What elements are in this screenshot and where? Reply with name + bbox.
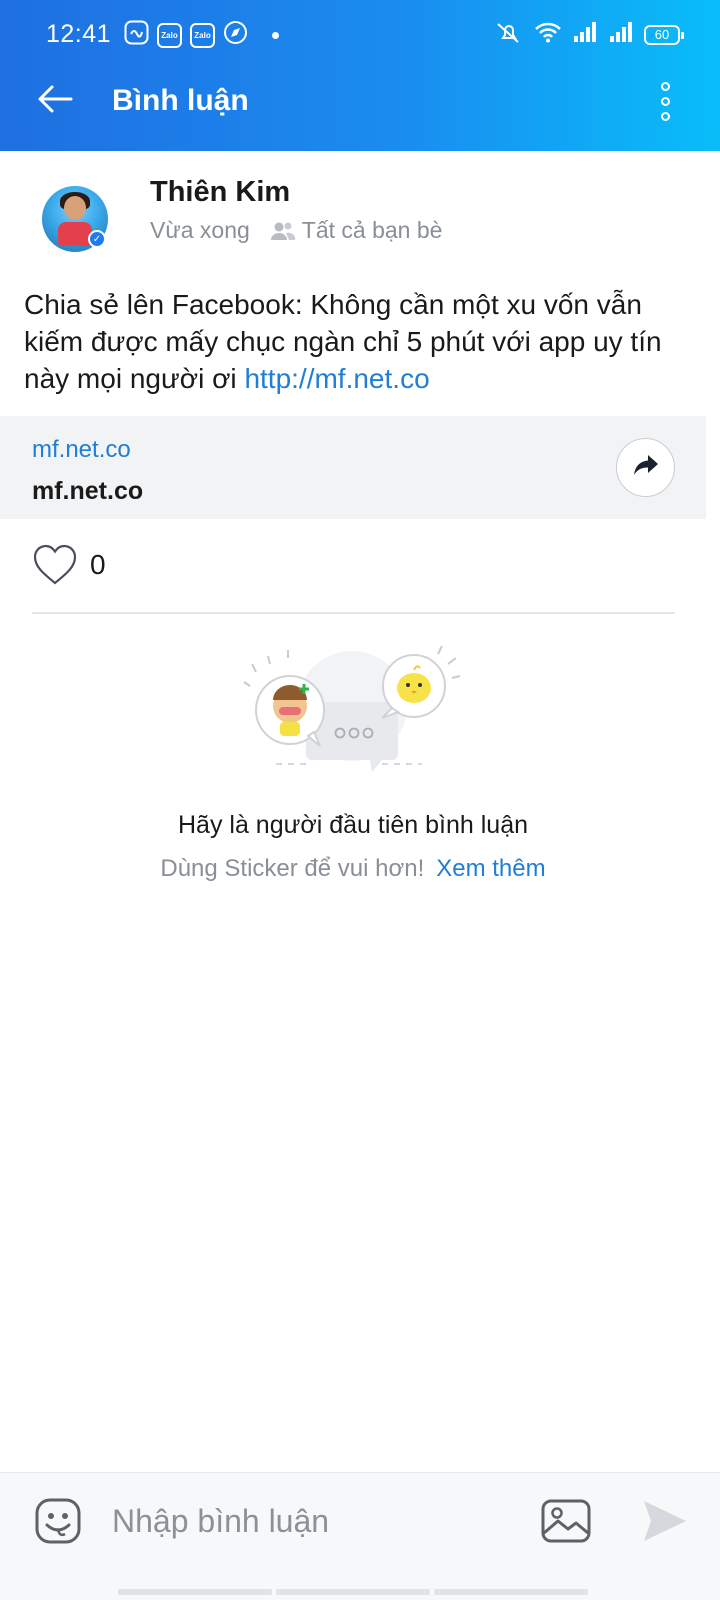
chat-bubble-icon [124, 20, 149, 50]
post-link[interactable]: http://mf.net.co [244, 363, 429, 394]
comment-input[interactable] [112, 1495, 512, 1547]
app-bar: Bình luận [0, 56, 720, 151]
keyboard-hint-bar [118, 1589, 588, 1595]
sticker-button[interactable] [34, 1497, 82, 1545]
heart-icon [32, 544, 78, 591]
hint-segment [276, 1589, 430, 1595]
avatar-shirt [58, 222, 92, 246]
battery-icon: 60 [644, 24, 684, 45]
avatar-face [64, 196, 86, 220]
hint-segment [118, 1589, 272, 1595]
system-icons: 60 [494, 20, 684, 49]
preview-domain: mf.net.co [32, 436, 131, 463]
preview-title: mf.net.co [32, 477, 144, 505]
more-vertical-icon-dot [660, 96, 670, 106]
signal-icon [572, 21, 598, 48]
avatar[interactable]: ✓ [42, 186, 108, 252]
author-name[interactable]: Thiên Kim [150, 176, 290, 209]
more-options-button[interactable] [640, 76, 690, 126]
post-audience: Tất cả bạn bè [301, 217, 443, 243]
image-button[interactable] [540, 1497, 592, 1545]
see-more-link[interactable]: Xem thêm [436, 855, 545, 882]
send-icon [640, 1501, 690, 1549]
back-button[interactable] [30, 76, 80, 126]
status-bar: 12:41 Zalo Zalo 60 [0, 0, 720, 56]
post-text: Chia sẻ lên Facebook: Không cần một xu v… [24, 286, 704, 397]
empty-state-subtitle: Dùng Sticker để vui hơn! Xem thêm [0, 855, 706, 883]
page-title: Bình luận [112, 84, 249, 117]
zalo-notification-icon-2: Zalo [190, 22, 215, 48]
divider [32, 612, 675, 614]
like-button[interactable] [32, 543, 78, 592]
emoji-icon [34, 1498, 82, 1549]
friends-icon [270, 221, 296, 241]
share-button[interactable] [616, 438, 675, 497]
image-icon [540, 1499, 592, 1549]
empty-comments-illustration [242, 644, 464, 784]
sticker-hint: Dùng Sticker để vui hơn! [160, 855, 425, 882]
like-count: 0 [90, 549, 106, 580]
hint-segment [434, 1589, 588, 1595]
link-preview[interactable]: mf.net.co mf.net.co [0, 416, 706, 519]
notification-icons: Zalo Zalo [124, 20, 279, 50]
arrow-left-icon [37, 84, 73, 119]
compass-icon [223, 20, 248, 50]
verified-check-icon: ✓ [88, 230, 106, 248]
signal-icon-2 [608, 21, 634, 48]
mute-icon [494, 20, 524, 49]
more-notifications-dot [272, 31, 279, 39]
header: 12:41 Zalo Zalo 60 Bình luận [0, 0, 720, 151]
zalo-notification-icon: Zalo [157, 22, 182, 48]
status-time: 12:41 [46, 20, 112, 48]
send-button[interactable] [640, 1497, 690, 1545]
comment-composer [0, 1472, 720, 1600]
wifi-icon [534, 21, 562, 48]
empty-state-title: Hãy là người đầu tiên bình luận [177, 811, 529, 839]
more-vertical-icon [660, 81, 670, 91]
post-meta: Vừa xong Tất cả bạn bè [150, 217, 442, 244]
post-time: Vừa xong [150, 217, 250, 243]
share-arrow-icon [633, 454, 659, 481]
more-vertical-icon-dot [660, 111, 670, 121]
